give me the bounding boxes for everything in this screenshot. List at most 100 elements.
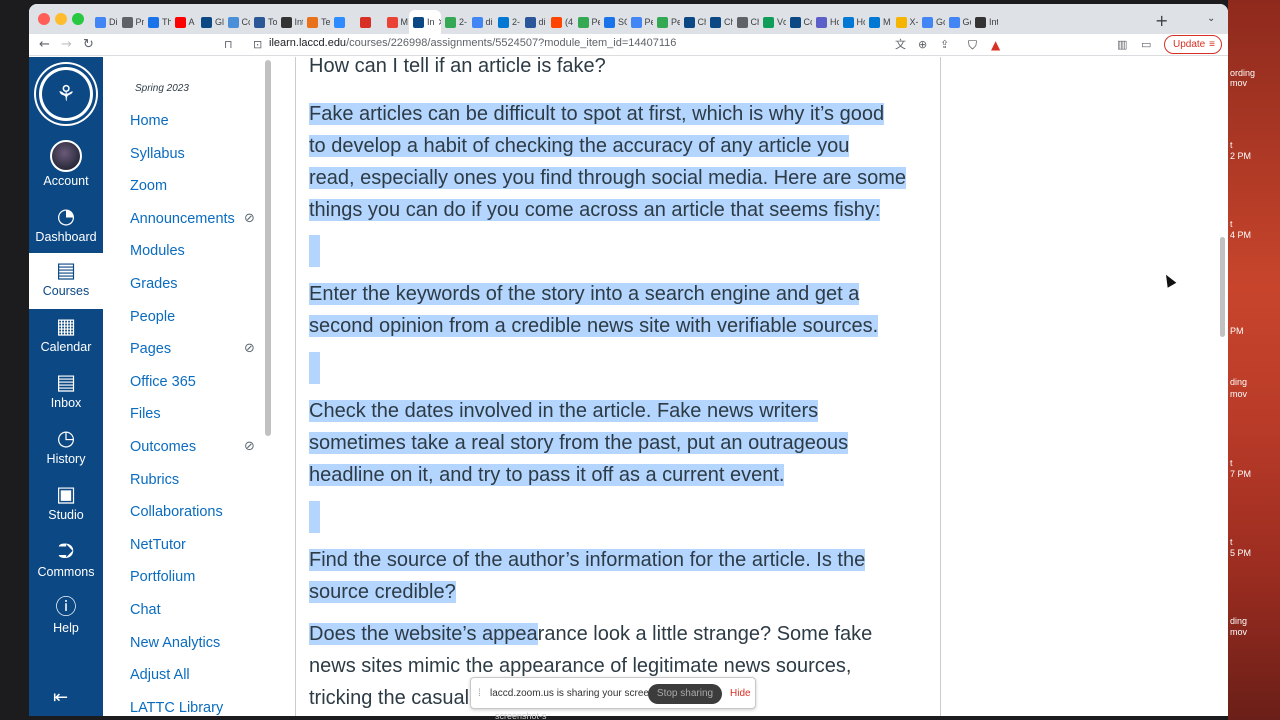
global-nav-courses[interactable]: ▤ Courses [29, 253, 103, 309]
browser-tab[interactable]: Int [277, 10, 303, 34]
browser-tab[interactable]: di [521, 10, 548, 34]
global-nav-calendar[interactable]: ▦ Calendar [29, 314, 103, 362]
course-nav-item[interactable]: Files [130, 406, 161, 422]
browser-tab[interactable]: Gc [945, 10, 971, 34]
wallet-icon[interactable]: ▭ [1141, 36, 1151, 54]
back-icon[interactable]: ← [39, 36, 50, 54]
browser-tab[interactable]: Th [144, 10, 171, 34]
hide-button[interactable]: Hide [730, 688, 751, 699]
browser-tab[interactable]: Gl [197, 10, 224, 34]
course-nav-item[interactable]: Syllabus [130, 146, 185, 162]
maximize-window-icon[interactable] [72, 13, 84, 25]
browser-tab[interactable]: Ch [706, 10, 733, 34]
tab-favicon-icon [657, 16, 668, 28]
tab-favicon-icon [254, 16, 265, 28]
global-nav-studio[interactable]: ▣ Studio [29, 482, 103, 530]
global-nav-dashboard[interactable]: ◔ Dashboard [29, 204, 103, 252]
browser-tab[interactable]: di [468, 10, 495, 34]
course-nav-item[interactable]: Collaborations [130, 504, 223, 520]
browser-tab[interactable] [330, 10, 357, 34]
course-nav-item[interactable]: Outcomes [130, 439, 196, 455]
page-scrollbar[interactable] [1220, 237, 1225, 337]
text-line: headline on it, and try to pass it off a… [309, 464, 785, 486]
browser-tab[interactable]: Pr [118, 10, 144, 34]
browser-tab[interactable]: Ch [680, 10, 706, 34]
browser-tab[interactable]: (4 [547, 10, 574, 34]
brave-shield-icon[interactable]: ⛉ [968, 36, 977, 54]
zoom-icon[interactable]: ⊕ [918, 36, 927, 54]
course-nav-item[interactable]: New Analytics [130, 635, 220, 651]
global-nav-help[interactable]: ⓘ Help [29, 595, 103, 643]
browser-tab[interactable]: M [865, 10, 892, 34]
update-button[interactable]: Update ≡ [1164, 35, 1222, 54]
collapse-nav-icon[interactable]: ⇤ [53, 687, 68, 708]
college-logo[interactable]: ⚘ [36, 64, 96, 124]
course-nav-item[interactable]: Home [130, 113, 169, 129]
tab-title: Te [321, 17, 330, 27]
new-tab-button[interactable]: + [1155, 11, 1168, 30]
stop-sharing-button[interactable]: Stop sharing [648, 684, 722, 704]
course-nav-item[interactable]: Zoom [130, 178, 167, 194]
reload-icon[interactable]: ↻ [83, 36, 94, 54]
course-nav-item[interactable]: People [130, 309, 175, 325]
course-nav-item[interactable]: LATTC Library [130, 700, 223, 716]
lock-icon[interactable]: ⊡ [253, 36, 262, 54]
paragraph-intro: Fake articles can be difficult to spot a… [309, 98, 906, 226]
forward-icon[interactable]: → [61, 36, 72, 54]
browser-tab[interactable]: Pe [653, 10, 680, 34]
browser-tab[interactable]: Gc [918, 10, 945, 34]
browser-tab[interactable]: Te [303, 10, 330, 34]
browser-tab[interactable]: Hc [812, 10, 839, 34]
browser-tab[interactable]: Pe [574, 10, 600, 34]
browser-tab[interactable]: 2- [494, 10, 521, 34]
browser-tab[interactable]: In× [409, 10, 441, 34]
browser-tab[interactable]: Cc [786, 10, 813, 34]
tab-search-icon[interactable]: ⌄ [1207, 13, 1215, 24]
course-nav-item[interactable]: Grades [130, 276, 178, 292]
browser-tab[interactable]: Vc [759, 10, 786, 34]
minimize-window-icon[interactable] [55, 13, 67, 25]
global-nav-account[interactable]: Account [29, 140, 103, 192]
browser-tab[interactable]: SC [600, 10, 627, 34]
drag-handle-icon[interactable]: ⁞ [478, 688, 481, 699]
browser-tab[interactable]: Di [91, 10, 118, 34]
bookmark-icon[interactable]: ⊓ [224, 36, 233, 54]
course-nav-scrollbar[interactable] [265, 60, 271, 436]
browser-tab[interactable]: Ch [733, 10, 759, 34]
global-nav-commons[interactable]: ⮊ Commons [29, 539, 103, 587]
course-nav-item[interactable]: Chat [130, 602, 161, 618]
course-nav-item[interactable]: Adjust All [130, 667, 190, 683]
course-nav-item[interactable]: Pages [130, 341, 171, 357]
browser-tab[interactable]: X- [892, 10, 918, 34]
browser-tab[interactable]: 2- [441, 10, 468, 34]
tab-favicon-icon [95, 16, 106, 28]
sidebar-icon[interactable]: ▥ [1117, 36, 1127, 54]
course-nav-item[interactable]: Modules [130, 243, 185, 259]
browser-tab[interactable]: To [250, 10, 277, 34]
global-nav-inbox[interactable]: ▤ Inbox [29, 370, 103, 418]
close-window-icon[interactable] [38, 13, 50, 25]
brave-rewards-icon[interactable]: ▲ [991, 36, 1000, 54]
share-icon[interactable]: ⇪ [940, 36, 949, 54]
tab-favicon-icon [227, 16, 239, 28]
global-nav-history[interactable]: ◷ History [29, 426, 103, 474]
address-bar[interactable]: ilearn.laccd.edu/courses/226998/assignme… [269, 37, 676, 49]
browser-tab[interactable]: Pe [627, 10, 653, 34]
browser-tab[interactable]: Cc [224, 10, 250, 34]
course-nav-item[interactable]: Rubrics [130, 472, 179, 488]
browser-tab[interactable]: M [383, 10, 410, 34]
course-nav-item[interactable]: Portfolium [130, 569, 195, 585]
tab-favicon-icon [816, 16, 827, 28]
tab-title: Int [989, 17, 998, 27]
course-nav-item[interactable]: Office 365 [130, 374, 196, 390]
translate-icon[interactable]: 文 [895, 36, 906, 54]
tab-title: Cc [803, 17, 813, 27]
browser-tab[interactable]: Hc [839, 10, 865, 34]
course-nav-item[interactable]: NetTutor [130, 537, 186, 553]
browser-tab[interactable]: Int [971, 10, 998, 34]
desktop-item: mov [1230, 389, 1248, 399]
tab-favicon-icon [360, 16, 371, 28]
course-nav-item[interactable]: Announcements [130, 211, 235, 227]
browser-tab[interactable]: A [171, 10, 198, 34]
browser-tab[interactable] [356, 10, 383, 34]
